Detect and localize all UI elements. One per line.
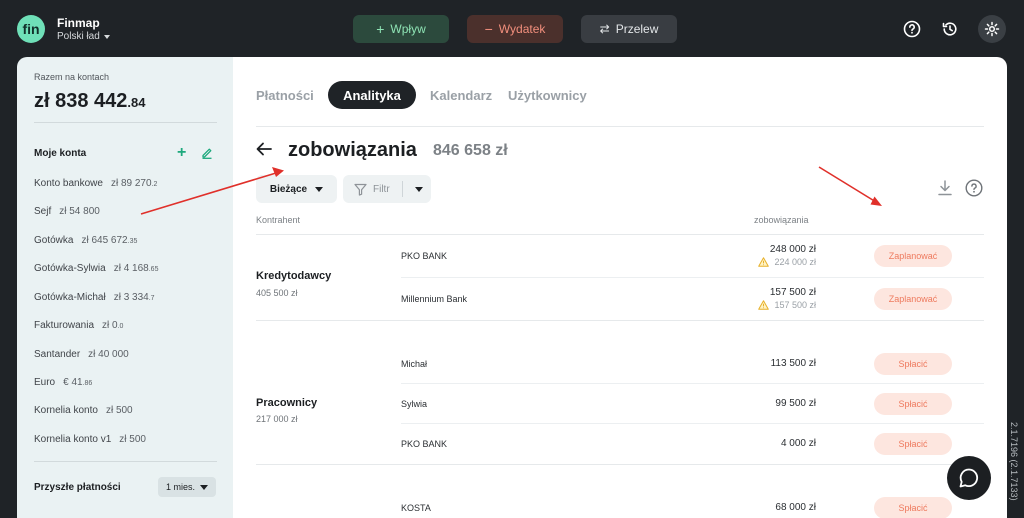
divider — [256, 234, 984, 235]
account-item[interactable]: Euro € 41.86 — [34, 377, 92, 388]
chevron-down-icon — [200, 484, 208, 490]
divider — [256, 126, 984, 127]
transfer-icon: ⇄ — [599, 22, 610, 36]
account-item[interactable]: Kornelia konto zł 500 — [34, 405, 133, 416]
divider — [401, 383, 984, 384]
liability-amount: 157 500 zł — [769, 287, 816, 298]
group-sum: 405 500 zł — [256, 288, 298, 298]
divider — [401, 181, 403, 197]
page-title: zobowiązania — [288, 139, 417, 161]
app-version: 2.1.7196 (2.1.7133) — [1009, 422, 1019, 501]
download-icon[interactable] — [938, 180, 952, 201]
account-item[interactable]: Kornelia konto v1 zł 500 — [34, 434, 146, 445]
income-button-label: Wpływ — [390, 22, 426, 36]
divider — [256, 320, 984, 321]
account-item[interactable]: Gotówka zł 645 672.35 — [34, 235, 137, 246]
transfer-button-label: Przelew — [615, 22, 659, 36]
pay-button[interactable]: Spłacić — [874, 497, 952, 518]
group-name: Kredytodawcy — [256, 270, 332, 282]
divider — [256, 464, 984, 465]
tab-analytics[interactable]: Analityka — [328, 81, 416, 109]
workspace-name: Polski ład — [57, 31, 100, 42]
schedule-button[interactable]: Zaplanować — [874, 245, 952, 267]
group-name: Pracownicy — [256, 397, 318, 409]
back-arrow-icon[interactable] — [256, 142, 272, 161]
add-account-icon[interactable]: + — [177, 145, 186, 161]
page-total-amount: 846 658 zł — [433, 142, 508, 159]
chevron-down-icon — [103, 34, 110, 39]
period-dropdown-value: Bieżące — [269, 183, 308, 195]
liability-amount: 4 000 zł — [780, 438, 816, 449]
liability-amount: 113 500 zł — [770, 358, 816, 369]
overdue-amount: 224 000 zł — [758, 257, 816, 267]
account-item[interactable]: Gotówka-Michał zł 3 334.7 — [34, 292, 155, 303]
group-sum: 217 000 zł — [256, 414, 298, 424]
account-item[interactable]: Konto bankowe zł 89 270.2 — [34, 178, 157, 189]
account-item[interactable]: Sejf zł 54 800 — [34, 206, 100, 217]
workspace-selector[interactable]: Polski ład — [57, 31, 110, 42]
column-header-liabilities[interactable]: zobowiązania — [754, 215, 809, 225]
column-header-contractor[interactable]: Kontrahent — [256, 215, 300, 225]
tab-users[interactable]: Użytkownicy — [508, 81, 587, 109]
contractor-name[interactable]: KOSTA — [401, 503, 431, 513]
overdue-amount: 157 500 zł — [758, 300, 816, 310]
income-button[interactable]: + Wpływ — [353, 15, 449, 43]
app-name: Finmap — [57, 16, 100, 30]
liability-amount: 248 000 zł — [769, 244, 816, 255]
tab-payments[interactable]: Płatności — [256, 81, 314, 109]
expense-button-label: Wydatek — [498, 22, 546, 36]
chat-bubble-icon — [959, 468, 979, 488]
minus-icon: − — [484, 21, 493, 37]
contractor-name[interactable]: Millennium Bank — [401, 294, 467, 304]
filter-label: Filtr — [373, 183, 390, 195]
accounts-title: Moje konta — [34, 148, 87, 159]
account-item[interactable]: Fakturowania zł 0.0 — [34, 320, 123, 331]
account-item[interactable]: Santander zł 40 000 — [34, 349, 129, 360]
liability-amount: 68 000 zł — [775, 502, 816, 513]
chevron-down-icon — [315, 186, 324, 192]
account-item[interactable]: Gotówka-Sylwia zł 4 168.65 — [34, 263, 158, 274]
period-select[interactable]: 1 mies. — [158, 477, 216, 497]
total-balance: zł 838 442.84 — [34, 90, 146, 112]
divider — [34, 122, 217, 123]
plus-icon: + — [376, 21, 385, 37]
finmap-logo[interactable]: fin — [17, 15, 45, 43]
warning-icon — [758, 257, 770, 267]
tab-calendar[interactable]: Kalendarz — [430, 81, 492, 109]
sidebar: Razem na kontach zł 838 442.84 Moje kont… — [17, 57, 233, 518]
pay-button[interactable]: Spłacić — [874, 433, 952, 455]
chevron-down-icon[interactable] — [414, 186, 423, 192]
contractor-name[interactable]: Sylwia — [401, 399, 427, 409]
expense-button[interactable]: − Wydatek — [467, 15, 563, 43]
divider — [401, 277, 984, 278]
period-select-value: 1 mies. — [165, 482, 195, 492]
liability-amount: 99 500 zł — [775, 398, 816, 409]
divider — [401, 423, 984, 424]
total-label: Razem na kontach — [34, 72, 110, 82]
warning-icon — [758, 300, 770, 310]
gear-icon[interactable] — [978, 15, 1006, 43]
chat-button[interactable] — [947, 456, 991, 500]
help-icon[interactable] — [965, 179, 983, 202]
edit-accounts-icon[interactable] — [201, 146, 213, 164]
divider — [34, 461, 217, 462]
history-icon[interactable] — [936, 15, 964, 43]
schedule-button[interactable]: Zaplanować — [874, 288, 952, 310]
period-dropdown[interactable]: Bieżące — [256, 175, 337, 203]
contractor-name[interactable]: PKO BANK — [401, 439, 447, 449]
pay-button[interactable]: Spłacić — [874, 353, 952, 375]
filter-icon — [354, 183, 367, 196]
pay-button[interactable]: Spłacić — [874, 393, 952, 415]
transfer-button[interactable]: ⇄ Przelew — [581, 15, 677, 43]
help-icon[interactable] — [898, 15, 926, 43]
contractor-name[interactable]: PKO BANK — [401, 251, 447, 261]
top-bar: fin Finmap Polski ład + Wpływ − Wydatek … — [0, 0, 1024, 57]
filter-button[interactable]: Filtr — [343, 175, 431, 203]
future-payments-title: Przyszłe płatności — [34, 482, 121, 493]
main-panel: Płatności Analityka Kalendarz Użytkownic… — [233, 57, 1007, 518]
contractor-name[interactable]: Michał — [401, 359, 427, 369]
